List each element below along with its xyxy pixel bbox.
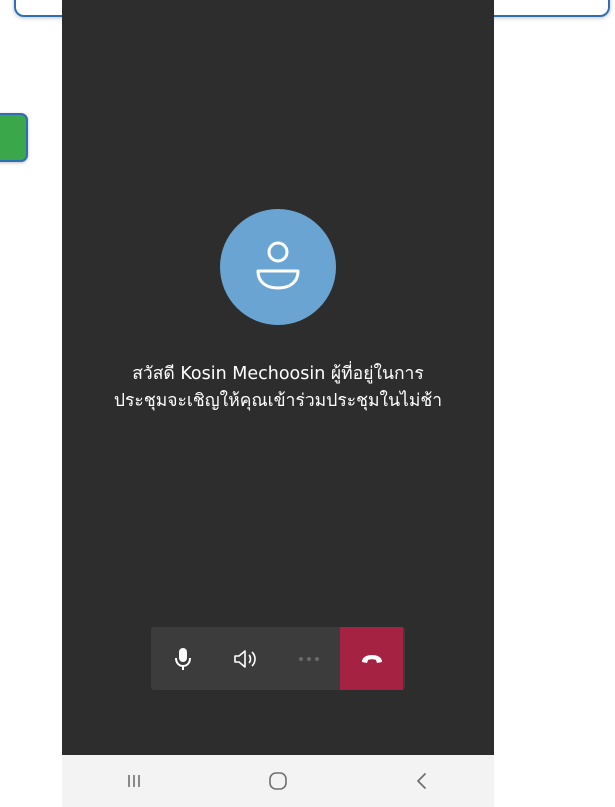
recent-apps-button[interactable] [84,755,184,807]
microphone-button[interactable] [151,627,214,690]
more-button[interactable] [277,627,340,690]
lobby-message-line-2: ประชุมจะเชิญให้คุณเข้าร่วมประชุมในไม่ช้า [113,391,443,411]
home-button[interactable] [228,755,328,807]
recent-apps-icon [128,775,140,787]
lobby-message-line-1: สวัสดี Kosin Mechoosin ผู้ที่อยู่ในการ [132,364,424,384]
phone-screen: สวัสดี Kosin Mechoosin ผู้ที่อยู่ในการ ป… [62,0,494,807]
hangup-button[interactable] [340,627,403,690]
person-icon [256,241,300,290]
speaker-icon [233,649,256,668]
side-tab[interactable] [0,113,28,162]
call-toolbar [151,627,405,690]
screen: สวัสดี Kosin Mechoosin ผู้ที่อยู่ในการ ป… [0,0,615,807]
lobby-message: สวัสดี Kosin Mechoosin ผู้ที่อยู่ในการ ป… [62,361,494,415]
back-button[interactable] [372,755,472,807]
avatar [220,209,336,325]
microphone-icon [174,647,191,670]
home-icon [269,772,287,790]
more-icon [298,656,319,661]
back-icon [417,773,426,789]
hangup-icon [361,654,382,663]
android-nav-bar [62,755,494,807]
speaker-button[interactable] [214,627,277,690]
